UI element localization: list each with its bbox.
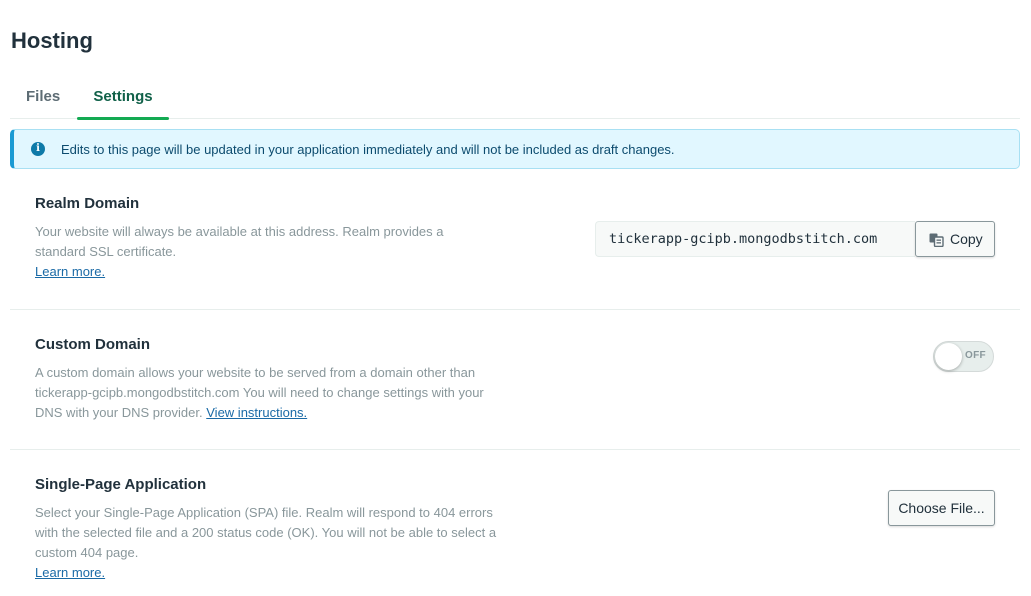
info-banner-message: Edits to this page will be updated in yo… [61, 142, 675, 157]
realm-domain-description-text: Your website will always be available at… [35, 224, 444, 259]
copy-icon [929, 233, 944, 247]
realm-domain-description: Your website will always be available at… [35, 222, 475, 282]
spa-section: Single-Page Application Select your Sing… [10, 450, 1020, 596]
custom-domain-toggle[interactable]: OFF [933, 341, 994, 372]
info-banner: i Edits to this page will be updated in … [10, 129, 1020, 169]
choose-file-button[interactable]: Choose File... [888, 490, 995, 526]
page-title: Hosting [11, 28, 93, 53]
realm-domain-section: Realm Domain Your website will always be… [10, 185, 1020, 310]
tab-bar: Files Settings [10, 86, 1020, 120]
info-icon: i [31, 142, 45, 156]
realm-domain-title: Realm Domain [35, 195, 140, 212]
custom-domain-title: Custom Domain [35, 336, 151, 353]
copy-button[interactable]: Copy [915, 221, 995, 257]
tab-settings[interactable]: Settings [77, 86, 169, 120]
realm-domain-learn-more-link[interactable]: Learn more. [35, 264, 105, 279]
realm-domain-value[interactable]: tickerapp-gcipb.mongodbstitch.com [595, 221, 915, 257]
spa-description: Select your Single-Page Application (SPA… [35, 503, 505, 583]
toggle-knob [935, 343, 962, 370]
toggle-state-label: OFF [965, 350, 986, 361]
tab-files[interactable]: Files [26, 86, 60, 119]
view-instructions-link[interactable]: View instructions. [206, 405, 307, 420]
custom-domain-description: A custom domain allows your website to b… [35, 363, 505, 423]
spa-title: Single-Page Application [35, 476, 207, 493]
spa-description-text: Select your Single-Page Application (SPA… [35, 505, 497, 560]
spa-learn-more-link[interactable]: Learn more. [35, 565, 105, 580]
custom-domain-section: Custom Domain A custom domain allows you… [10, 310, 1020, 450]
copy-button-label: Copy [950, 231, 983, 247]
